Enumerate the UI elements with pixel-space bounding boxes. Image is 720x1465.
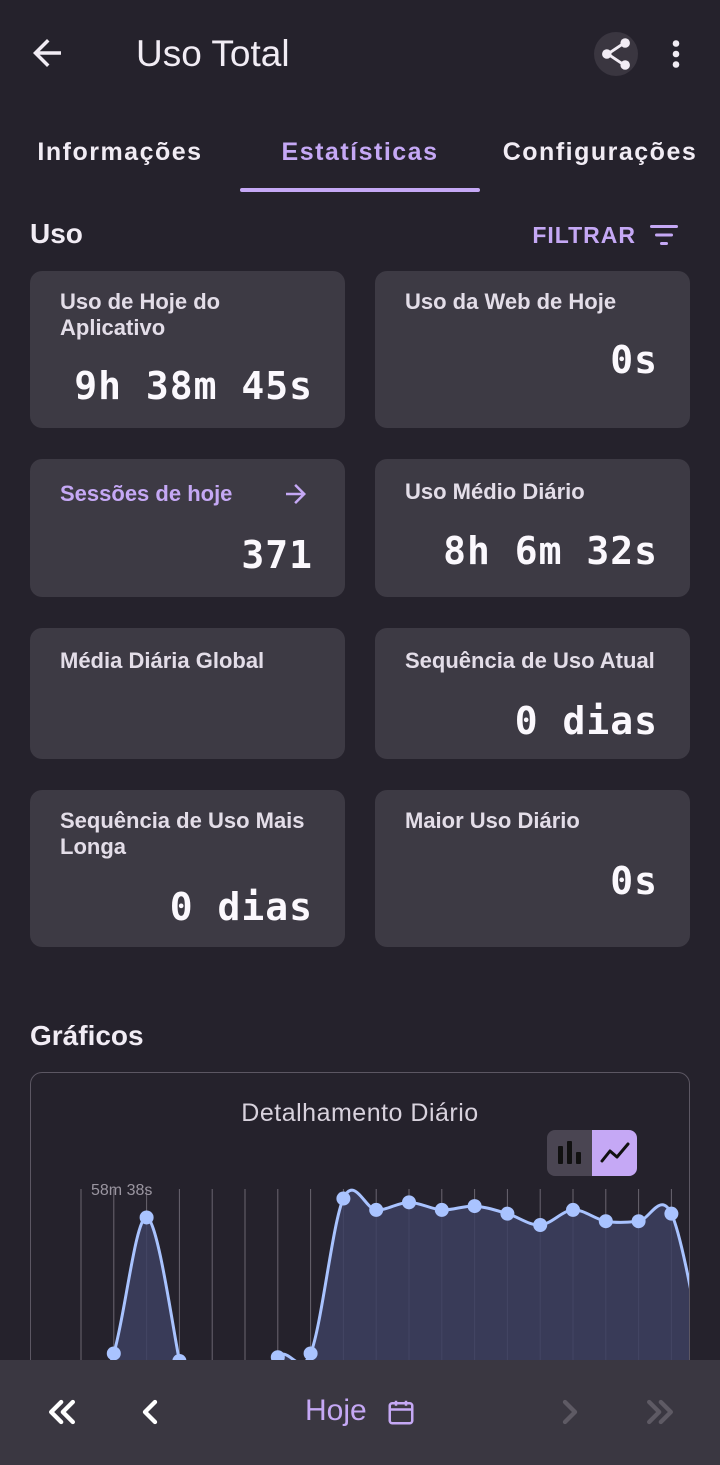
filter-icon — [650, 225, 678, 245]
stat-label: Sequência de Uso Atual — [405, 648, 655, 673]
stat-label: Uso de Hoje do Aplicativo — [60, 289, 221, 340]
tab-estatisticas[interactable]: Estatísticas — [240, 108, 480, 196]
chart-data-point[interactable] — [631, 1214, 646, 1229]
arrow-right-icon — [286, 484, 306, 504]
last-page-icon[interactable] — [640, 1392, 680, 1432]
stat-value: 0s — [610, 338, 658, 382]
y-tick-label: 58m 38s — [91, 1182, 152, 1199]
filter-label: FILTRAR — [532, 221, 636, 248]
stat-label: Maior Uso Diário — [405, 808, 580, 833]
stat-value: 0s — [610, 859, 658, 903]
app-bar: Uso Total — [0, 0, 720, 108]
stat-card-today-web: Uso da Web de Hoje 0s — [375, 271, 690, 428]
stat-card-longest-streak: Sequência de Uso Mais Longa 0 dias — [30, 790, 345, 947]
tab-bar: Informações Estatísticas Configurações — [0, 108, 720, 196]
stat-card-global-avg: Média Diária Global — [30, 628, 345, 759]
first-page-icon[interactable] — [42, 1392, 82, 1432]
more-options-icon[interactable] — [658, 34, 694, 74]
chart-data-point[interactable] — [402, 1195, 416, 1210]
stat-value: 371 — [241, 533, 313, 577]
daily-breakdown-chart: 58m 38s — [80, 1182, 689, 1403]
chart-data-point[interactable] — [303, 1346, 318, 1361]
charts-section-title: Gráficos — [30, 1020, 144, 1051]
next-icon[interactable] — [550, 1392, 590, 1432]
chart-data-point[interactable] — [139, 1210, 154, 1225]
chart-data-point[interactable] — [500, 1206, 515, 1221]
calendar-icon[interactable] — [386, 1397, 416, 1427]
chart-data-point[interactable] — [106, 1346, 121, 1361]
share-icon[interactable] — [594, 32, 638, 76]
stat-card-today-app: Uso de Hoje do Aplicativo 9h 38m 45s — [30, 271, 345, 428]
chart-data-point[interactable] — [434, 1202, 449, 1217]
stat-label: Uso Médio Diário — [405, 479, 585, 504]
filter-button[interactable]: FILTRAR — [532, 218, 680, 252]
chart-data-point[interactable] — [598, 1214, 613, 1229]
chart-data-point[interactable] — [566, 1202, 580, 1217]
page-title: Uso Total — [136, 33, 290, 74]
stat-card-max-daily: Maior Uso Diário 0s — [375, 790, 690, 947]
stat-value: 0 dias — [514, 699, 658, 743]
back-arrow-icon[interactable] — [26, 32, 68, 74]
active-tab-indicator — [240, 188, 480, 192]
tab-informacoes[interactable]: Informações — [0, 108, 240, 196]
chart-data-point[interactable] — [467, 1199, 482, 1214]
daily-breakdown-chart-card: Detalhamento Diário 58m 38s — [30, 1072, 690, 1404]
stat-card-current-streak: Sequência de Uso Atual 0 dias — [375, 628, 690, 759]
stat-value: 8h 6m 32s — [443, 529, 658, 573]
chart-data-point[interactable] — [369, 1202, 384, 1217]
previous-icon[interactable] — [130, 1392, 170, 1432]
stat-label: Sequência de Uso Mais Longa — [60, 808, 305, 859]
chart-data-point[interactable] — [533, 1218, 548, 1232]
tab-configuracoes[interactable]: Configurações — [480, 108, 720, 196]
stat-label: Média Diária Global — [60, 648, 265, 673]
date-label[interactable]: Hoje — [305, 1394, 367, 1428]
date-navigation-bar: Hoje — [0, 1360, 720, 1465]
stat-value: 9h 38m 45s — [74, 364, 313, 408]
chart-data-point[interactable] — [664, 1206, 679, 1221]
stat-value: 0 dias — [169, 885, 313, 929]
stat-card-avg-daily: Uso Médio Diário 8h 6m 32s — [375, 459, 690, 597]
stat-label: Uso da Web de Hoje — [405, 289, 617, 314]
chart-data-point[interactable] — [336, 1191, 351, 1206]
stat-card-sessions[interactable]: Sessões de hoje 371 — [30, 459, 345, 597]
usage-section-title: Uso — [30, 218, 83, 249]
